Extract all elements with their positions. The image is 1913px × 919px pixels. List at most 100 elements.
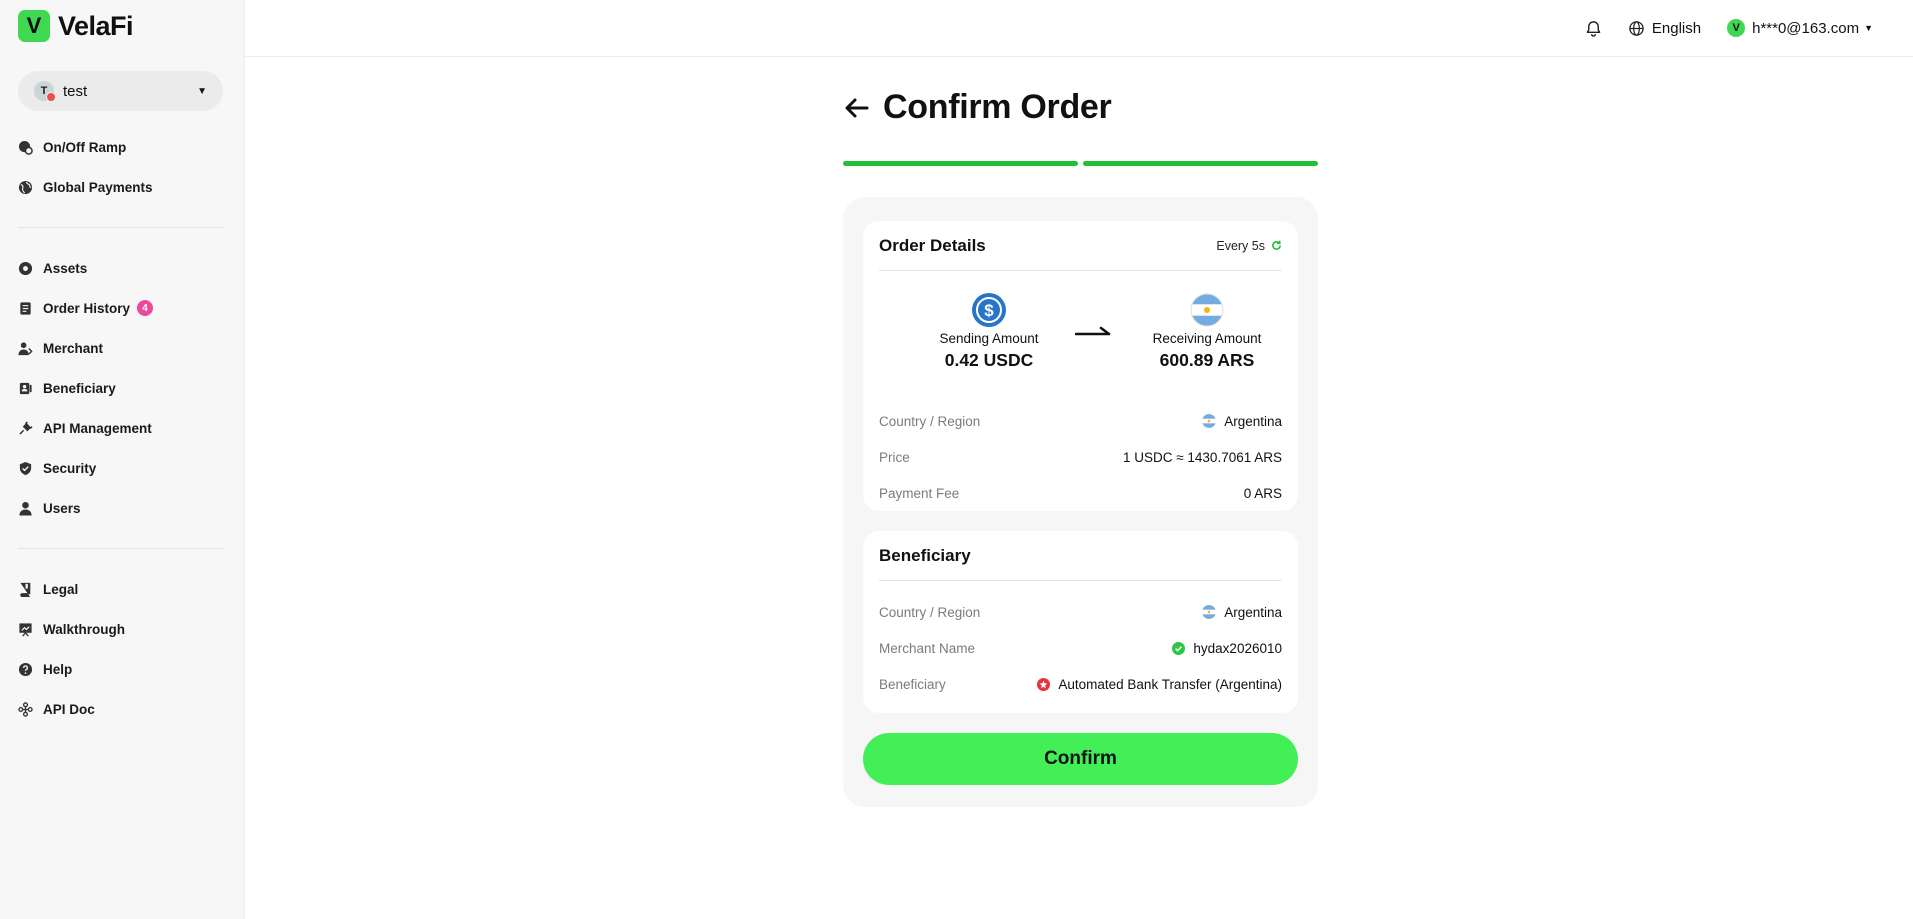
beneficiary-card: Beneficiary Country / Region Argentina M… bbox=[863, 531, 1298, 713]
row-value: Automated Bank Transfer (Argentina) bbox=[1037, 677, 1282, 692]
usdc-icon: $ bbox=[972, 293, 1006, 327]
shield-icon bbox=[19, 461, 32, 475]
sidebar-item-label: On/Off Ramp bbox=[43, 139, 127, 155]
row-value: Argentina bbox=[1202, 414, 1282, 429]
auto-refresh-indicator[interactable]: Every 5s bbox=[1216, 239, 1282, 253]
country-value: Argentina bbox=[1224, 604, 1282, 620]
country-value: Argentina bbox=[1224, 413, 1282, 429]
sidebar-item-global-payments[interactable]: Global Payments bbox=[18, 167, 223, 207]
logo-mark: V bbox=[18, 10, 50, 42]
account-email: h***0@163.com bbox=[1752, 19, 1860, 37]
row-label: Country / Region bbox=[879, 413, 981, 429]
workspace-avatar: T bbox=[34, 81, 56, 102]
api-doc-icon bbox=[18, 701, 33, 717]
row-value: hydax2026010 bbox=[1172, 641, 1282, 656]
sidebar-item-label: Legal bbox=[43, 581, 79, 597]
confirm-button[interactable]: Confirm bbox=[863, 733, 1298, 785]
plug-icon bbox=[19, 420, 33, 435]
receiving-label: Receiving Amount bbox=[1152, 331, 1262, 346]
svg-text:$: $ bbox=[984, 301, 994, 320]
top-bar: English V h***0@163.com ▼ bbox=[245, 0, 1913, 57]
logo-text: VelaFi bbox=[58, 10, 134, 41]
sending-value: 0.42 USDC bbox=[944, 350, 1034, 370]
merchant-icon bbox=[18, 341, 33, 355]
sidebar-divider bbox=[18, 227, 223, 228]
order-details-header: Order Details Every 5s bbox=[879, 221, 1282, 271]
receipt-icon bbox=[20, 301, 31, 315]
beneficiary-header: Beneficiary bbox=[879, 531, 1282, 581]
book-icon bbox=[20, 582, 31, 597]
assets-icon bbox=[18, 261, 33, 275]
page-header: Confirm Order bbox=[843, 88, 1112, 127]
amount-summary: $ Sending Amount 0.42 USDC Receiving Amo… bbox=[879, 271, 1282, 403]
sidebar-item-label: API Management bbox=[43, 420, 152, 436]
beneficiary-title: Beneficiary bbox=[879, 545, 971, 565]
detail-row-country: Country / Region Argentina bbox=[879, 403, 1282, 439]
argentina-flag-icon bbox=[1190, 293, 1224, 327]
row-label: Price bbox=[879, 449, 910, 465]
sidebar-item-assets[interactable]: Assets bbox=[18, 248, 223, 288]
sidebar-item-label: API Doc bbox=[43, 701, 95, 717]
receiving-amount: Receiving Amount 600.89 ARS bbox=[1127, 293, 1287, 371]
progress-step bbox=[1083, 161, 1318, 166]
refresh-interval-text: Every 5s bbox=[1216, 238, 1265, 253]
sidebar-item-security[interactable]: Security bbox=[18, 448, 223, 488]
sidebar-item-users[interactable]: Users bbox=[18, 488, 223, 528]
notifications-button[interactable] bbox=[1585, 20, 1602, 37]
sidebar-item-walkthrough[interactable]: Walkthrough bbox=[18, 609, 223, 649]
beneficiary-method-value: Automated Bank Transfer (Argentina) bbox=[1058, 676, 1282, 692]
page-title: Confirm Order bbox=[883, 88, 1112, 126]
progress-step bbox=[843, 161, 1078, 166]
workspace-name: test bbox=[63, 82, 88, 100]
sidebar-item-legal[interactable]: Legal bbox=[18, 569, 223, 609]
user-icon bbox=[19, 501, 32, 516]
caret-down-icon: ▼ bbox=[197, 85, 207, 97]
account-menu[interactable]: V h***0@163.com ▼ bbox=[1727, 19, 1873, 37]
ramp-icon bbox=[18, 140, 33, 155]
sidebar-item-help[interactable]: Help bbox=[18, 649, 223, 689]
order-details-title: Order Details bbox=[879, 235, 986, 255]
beneficiary-row-merchant: Merchant Name hydax2026010 bbox=[879, 630, 1282, 666]
argentina-flag-icon bbox=[1202, 414, 1217, 428]
sidebar-item-label: Global Payments bbox=[43, 179, 153, 195]
brand-logo[interactable]: V VelaFi bbox=[18, 10, 134, 42]
row-label: Payment Fee bbox=[879, 485, 960, 501]
sidebar-item-label: Assets bbox=[43, 260, 88, 276]
merchant-name-value: hydax2026010 bbox=[1193, 640, 1282, 656]
sidebar-item-order-history[interactable]: Order History 4 bbox=[18, 288, 223, 328]
sidebar-item-label: Users bbox=[43, 500, 81, 516]
account-avatar: V bbox=[1727, 19, 1746, 37]
sidebar-item-label: Security bbox=[43, 460, 97, 476]
back-arrow-icon[interactable] bbox=[843, 94, 871, 122]
refresh-icon bbox=[1272, 240, 1281, 250]
sidebar-item-on-off-ramp[interactable]: On/Off Ramp bbox=[18, 127, 223, 167]
bank-icon bbox=[19, 382, 32, 394]
row-label: Merchant Name bbox=[879, 640, 976, 656]
globe-icon bbox=[18, 180, 33, 194]
row-value: Argentina bbox=[1202, 605, 1282, 620]
sidebar-nav-primary: On/Off Ramp Global Payments Assets Order… bbox=[18, 127, 223, 729]
argentina-flag-icon bbox=[1202, 605, 1217, 619]
row-label: Beneficiary bbox=[879, 676, 946, 692]
arrow-right-icon bbox=[1075, 326, 1111, 336]
sidebar-item-merchant[interactable]: Merchant bbox=[18, 328, 223, 368]
beneficiary-row-method: Beneficiary Automated Bank Transfer (Arg… bbox=[879, 666, 1282, 702]
workspace-selector[interactable]: T test ▼ bbox=[18, 71, 223, 111]
sending-label: Sending Amount bbox=[939, 331, 1039, 346]
sidebar-item-label: Order History bbox=[43, 300, 131, 316]
step-progress bbox=[843, 161, 1318, 166]
language-selector[interactable]: English bbox=[1628, 20, 1701, 37]
row-label: Country / Region bbox=[879, 604, 981, 620]
verified-check-icon bbox=[1172, 641, 1186, 655]
order-details-card: Order Details Every 5s $ Sending Amount … bbox=[863, 221, 1298, 511]
bank-transfer-icon bbox=[1037, 677, 1051, 691]
detail-row-price: Price 1 USDC ≈ 1430.7061 ARS bbox=[879, 439, 1282, 475]
sidebar-item-beneficiary[interactable]: Beneficiary bbox=[18, 368, 223, 408]
sidebar-item-api-doc[interactable]: API Doc bbox=[18, 689, 223, 729]
sidebar-item-api-management[interactable]: API Management bbox=[18, 408, 223, 448]
confirm-panel: Order Details Every 5s $ Sending Amount … bbox=[843, 197, 1318, 807]
help-icon bbox=[18, 662, 33, 676]
sending-amount: $ Sending Amount 0.42 USDC bbox=[909, 293, 1069, 371]
beneficiary-row-country: Country / Region Argentina bbox=[879, 594, 1282, 630]
sidebar-item-label: Help bbox=[43, 661, 73, 677]
